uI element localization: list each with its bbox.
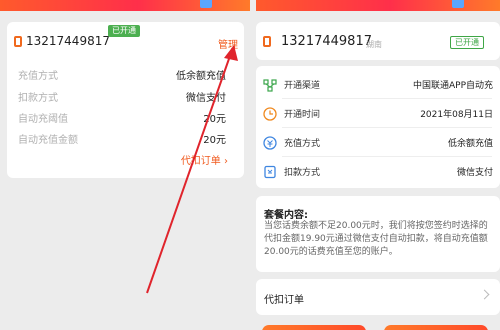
bottom-action-button-left[interactable] bbox=[262, 325, 366, 330]
package-title: 套餐内容: bbox=[264, 210, 308, 221]
status-badge: 已开通 bbox=[450, 36, 484, 49]
clock-icon bbox=[263, 107, 277, 121]
phone-number: 13217449817 bbox=[281, 34, 372, 49]
detail-value: 低余额充值 bbox=[447, 139, 493, 149]
channel-icon bbox=[263, 79, 277, 92]
detail-value: 2021年08月11日 bbox=[420, 110, 493, 120]
detail-label: 开通渠道 bbox=[284, 81, 321, 91]
wallet-icon bbox=[264, 165, 276, 179]
detail-label: 充值方式 bbox=[284, 139, 321, 149]
phone-region: 湖南 bbox=[366, 40, 382, 49]
detail-row-channel: 开通渠道 中国联通APP自动充 bbox=[257, 70, 499, 100]
detail-label: 开通时间 bbox=[284, 110, 321, 120]
detail-row-payment-method: 扣款方式 微信支付 bbox=[257, 157, 499, 187]
detail-row-recharge-method: 充值方式 低余额充值 bbox=[257, 128, 499, 158]
detail-value: 微信支付 bbox=[456, 168, 493, 178]
detail-value: 中国联通APP自动充 bbox=[412, 81, 493, 91]
recharge-icon bbox=[263, 136, 277, 150]
package-description: 当您话费余额不足20.00元时，我们将按您签约时选择的代扣金额19.90元通过微… bbox=[264, 221, 488, 257]
phone-icon bbox=[263, 36, 271, 47]
detail-row-open-time: 开通时间 2021年08月11日 bbox=[257, 99, 499, 129]
deduction-orders-label: 代扣订单 bbox=[264, 295, 304, 306]
bottom-action-button-right[interactable] bbox=[384, 325, 488, 330]
detail-label: 扣款方式 bbox=[284, 168, 321, 178]
